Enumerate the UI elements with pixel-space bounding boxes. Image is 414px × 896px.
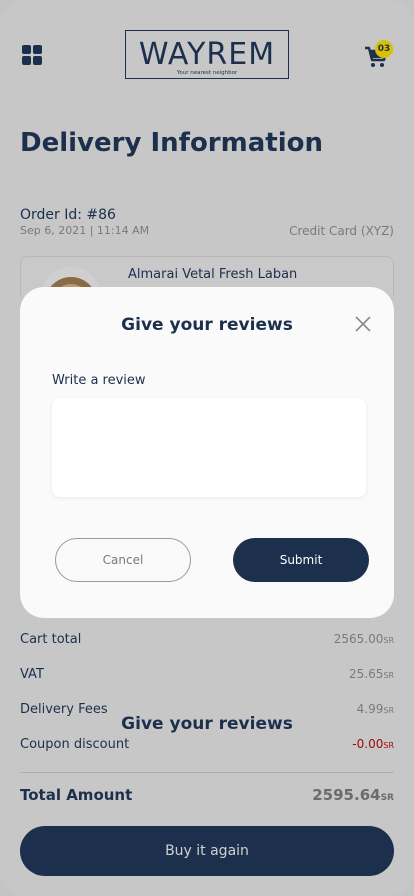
buy-again-button[interactable]: Buy it again — [20, 826, 394, 876]
summary-label: Cart total — [20, 632, 82, 647]
total-value: 2595.64SR — [312, 786, 394, 804]
summary-label: Coupon discount — [20, 737, 130, 752]
page-title: Delivery Information — [20, 128, 323, 158]
delivery-information-screen: WAYREM Your nearest neighbor 03 Delivery… — [0, 0, 414, 896]
summary-divider — [20, 772, 394, 773]
cancel-button[interactable]: Cancel — [55, 538, 191, 582]
summary-row-coupon-discount: Coupon discount -0.00SR — [20, 737, 394, 752]
summary-value: 2565.00SR — [333, 632, 394, 646]
background-review-title: Give your reviews — [121, 714, 293, 734]
review-label: Write a review — [52, 373, 146, 388]
logo-text: WAYREM — [138, 37, 276, 72]
cart-count-badge: 03 — [375, 40, 393, 58]
review-modal: Give your reviews Write a review Cancel … — [20, 287, 394, 618]
modal-title: Give your reviews — [121, 315, 293, 335]
total-amount-row: Total Amount 2595.64SR — [20, 786, 394, 804]
summary-row-cart-total: Cart total 2565.00SR — [20, 632, 394, 647]
summary-value: 25.65SR — [349, 667, 394, 681]
logo-tagline: Your nearest neighbor — [176, 70, 238, 76]
close-icon[interactable] — [354, 315, 372, 333]
summary-row-vat: VAT 25.65SR — [20, 667, 394, 682]
product-name: Almarai Vetal Fresh Laban — [128, 267, 298, 282]
summary-label: VAT — [20, 667, 44, 682]
wayrem-logo: WAYREM Your nearest neighbor — [125, 30, 289, 79]
order-date: Sep 6, 2021 | 11:14 AM — [20, 224, 150, 237]
order-id: Order Id: #86 — [20, 207, 116, 223]
total-label: Total Amount — [20, 786, 133, 804]
payment-method: Credit Card (XYZ) — [289, 224, 394, 238]
summary-value: -0.00SR — [352, 737, 394, 751]
review-textarea[interactable] — [52, 398, 366, 497]
menu-grid-icon[interactable] — [22, 45, 42, 65]
submit-button[interactable]: Submit — [233, 538, 369, 582]
